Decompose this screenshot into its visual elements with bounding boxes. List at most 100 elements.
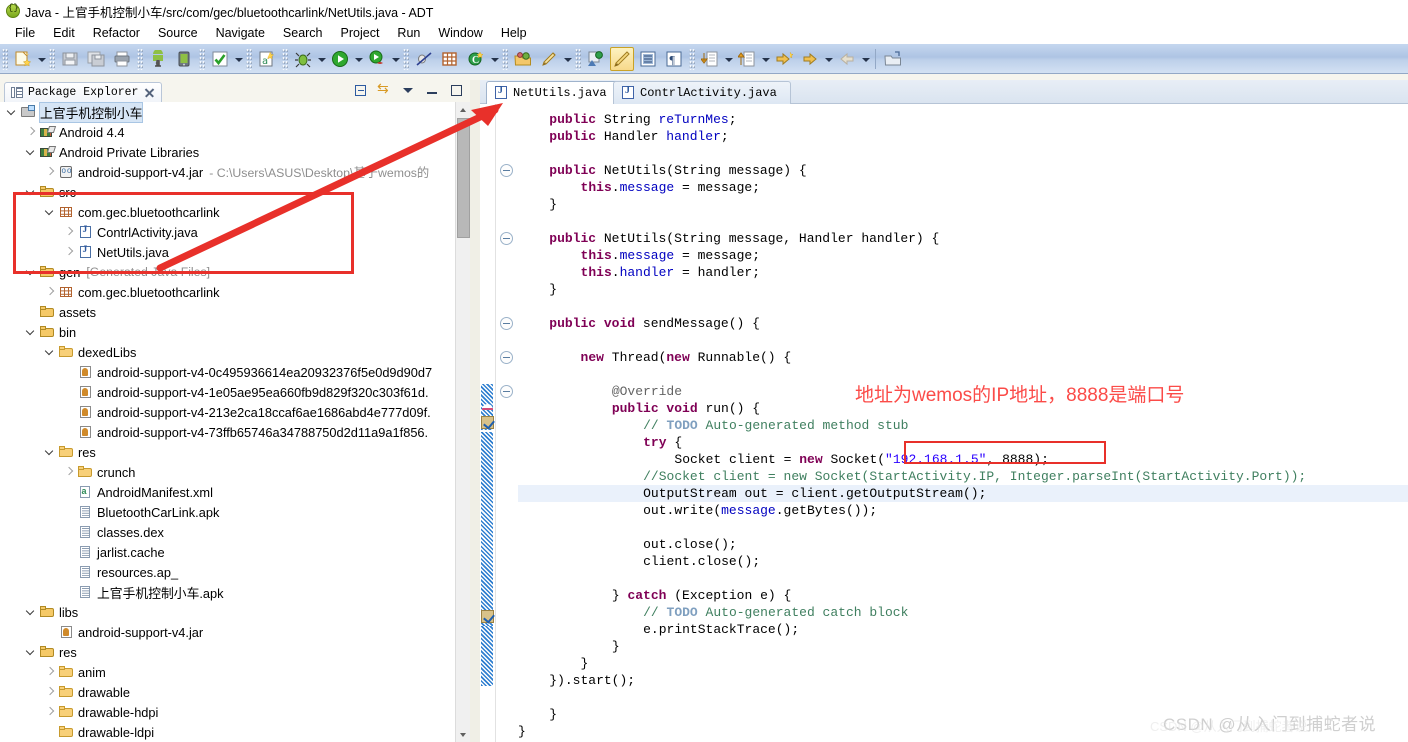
- check-build-dropdown-icon[interactable]: [233, 48, 244, 70]
- run-icon[interactable]: [328, 47, 352, 71]
- android-avd-manager-icon[interactable]: [172, 47, 196, 71]
- tree-item[interactable]: crunch: [0, 462, 455, 482]
- toolbar-grip-6[interactable]: [282, 47, 288, 70]
- next-annotation-icon[interactable]: [698, 47, 722, 71]
- toolbar-grip-8[interactable]: [502, 47, 508, 70]
- chevron-right-icon[interactable]: [23, 124, 39, 140]
- chevron-down-icon[interactable]: [23, 324, 39, 340]
- menu-run[interactable]: Run: [388, 24, 429, 42]
- tree-item[interactable]: 上官手机控制小车: [0, 102, 455, 123]
- tree-item[interactable]: resources.ap_: [0, 562, 455, 582]
- toolbar-grip-7[interactable]: [403, 47, 409, 70]
- maximize-icon[interactable]: [449, 83, 464, 98]
- editor-tab-contrlactivity[interactable]: ContrlActivity.java: [613, 81, 791, 104]
- scroll-down-icon[interactable]: [456, 727, 470, 742]
- new-class-icon[interactable]: C: [464, 47, 488, 71]
- chevron-down-icon[interactable]: [23, 644, 39, 660]
- fold-collapse-icon[interactable]: [500, 385, 513, 398]
- tree-item[interactable]: libs: [0, 602, 455, 622]
- chevron-right-icon[interactable]: [42, 664, 58, 680]
- tree-item[interactable]: android-support-v4.jar - C:\Users\ASUS\De…: [0, 162, 455, 182]
- next-annotation-dropdown-icon[interactable]: [723, 48, 734, 70]
- new-android-project-icon[interactable]: a: [255, 47, 279, 71]
- back-icon[interactable]: [798, 47, 822, 71]
- change-gutter[interactable]: [480, 104, 496, 742]
- chevron-right-icon[interactable]: [42, 704, 58, 720]
- new-wizard-icon[interactable]: [11, 47, 35, 71]
- chevron-right-icon[interactable]: [42, 164, 58, 180]
- menu-file[interactable]: File: [6, 24, 44, 42]
- debug-dropdown-icon[interactable]: [316, 48, 327, 70]
- fold-collapse-icon[interactable]: [500, 232, 513, 245]
- toolbar-grip-9[interactable]: [575, 47, 581, 70]
- quick-fix-icon[interactable]: [537, 47, 561, 71]
- tree-item[interactable]: com.gec.bluetoothcarlink: [0, 282, 455, 302]
- toolbar-grip-5[interactable]: [246, 47, 252, 70]
- chevron-down-icon[interactable]: [23, 144, 39, 160]
- minimize-icon[interactable]: [425, 83, 440, 98]
- tree-item[interactable]: drawable: [0, 682, 455, 702]
- chevron-right-icon[interactable]: [42, 284, 58, 300]
- menu-edit[interactable]: Edit: [44, 24, 84, 42]
- view-menu-icon[interactable]: [401, 83, 416, 98]
- menu-navigate[interactable]: Navigate: [207, 24, 274, 42]
- fold-collapse-icon[interactable]: [500, 164, 513, 177]
- toolbar-grip[interactable]: [2, 47, 8, 70]
- tree-item[interactable]: android-support-v4.jar: [0, 622, 455, 642]
- toolbar-grip-4[interactable]: [199, 47, 205, 70]
- tree-item[interactable]: Android 4.4: [0, 122, 455, 142]
- skip-breakpoints-icon[interactable]: [412, 47, 436, 71]
- chevron-down-icon[interactable]: [23, 604, 39, 620]
- menu-source[interactable]: Source: [149, 24, 207, 42]
- close-icon[interactable]: [144, 87, 155, 98]
- back-dropdown-icon[interactable]: [823, 48, 834, 70]
- tree-item[interactable]: drawable-ldpi: [0, 722, 455, 742]
- fold-collapse-icon[interactable]: [500, 317, 513, 330]
- previous-annotation-dropdown-icon[interactable]: [760, 48, 771, 70]
- tree-item[interactable]: android-support-v4-213e2ca18ccaf6ae1686a…: [0, 402, 455, 422]
- previous-annotation-icon[interactable]: [735, 47, 759, 71]
- toolbar-grip-10[interactable]: [689, 47, 695, 70]
- toggle-block-selection-icon[interactable]: [636, 47, 660, 71]
- menu-refactor[interactable]: Refactor: [84, 24, 149, 42]
- toolbar-grip-2[interactable]: [49, 47, 55, 70]
- fold-collapse-icon[interactable]: [500, 351, 513, 364]
- tree-item[interactable]: 上官手机控制小车.apk: [0, 582, 455, 602]
- android-sdk-manager-icon[interactable]: [146, 47, 170, 71]
- tree-item[interactable]: res: [0, 642, 455, 662]
- folding-column[interactable]: [497, 104, 517, 742]
- menu-window[interactable]: Window: [429, 24, 491, 42]
- editor-sash[interactable]: [470, 80, 480, 742]
- chevron-down-icon[interactable]: [4, 104, 20, 120]
- menu-project[interactable]: Project: [332, 24, 389, 42]
- tree-item[interactable]: android-support-v4-1e05ae95ea660fb9d829f…: [0, 382, 455, 402]
- scrollbar-thumb[interactable]: [457, 118, 470, 238]
- new-package-icon[interactable]: [438, 47, 462, 71]
- tree-item[interactable]: dexedLibs: [0, 342, 455, 362]
- tree-item[interactable]: classes.dex: [0, 522, 455, 542]
- run-external-dropdown-icon[interactable]: [390, 48, 401, 70]
- save-icon[interactable]: [58, 47, 82, 71]
- code-text-area[interactable]: public String reTurnMes; public Handler h…: [480, 104, 1408, 742]
- open-perspective-icon[interactable]: [881, 47, 905, 71]
- tree-item[interactable]: bin: [0, 322, 455, 342]
- tree-item[interactable]: assets: [0, 302, 455, 322]
- show-whitespace-icon[interactable]: ¶: [662, 47, 686, 71]
- tree-item[interactable]: Android Private Libraries: [0, 142, 455, 162]
- tree-vertical-scrollbar[interactable]: [455, 102, 470, 742]
- tree-item[interactable]: android-support-v4-73ffb65746a34788750d2…: [0, 422, 455, 442]
- toggle-mark-occurrences-icon[interactable]: [610, 46, 634, 71]
- new-class-dropdown-icon[interactable]: [489, 48, 500, 70]
- scroll-up-icon[interactable]: [456, 102, 470, 117]
- check-build-icon[interactable]: [208, 47, 232, 71]
- run-dropdown-icon[interactable]: [353, 48, 364, 70]
- link-with-editor-icon[interactable]: [377, 80, 392, 98]
- quick-fix-dropdown-icon[interactable]: [562, 48, 573, 70]
- chevron-down-icon[interactable]: [42, 444, 58, 460]
- debug-icon[interactable]: [291, 47, 315, 71]
- open-type-icon[interactable]: [511, 47, 535, 71]
- forward-dropdown-icon[interactable]: [860, 48, 871, 70]
- forward-icon[interactable]: [835, 47, 859, 71]
- toolbar-grip-3[interactable]: [137, 47, 143, 70]
- package-explorer-tab[interactable]: Package Explorer: [4, 82, 163, 102]
